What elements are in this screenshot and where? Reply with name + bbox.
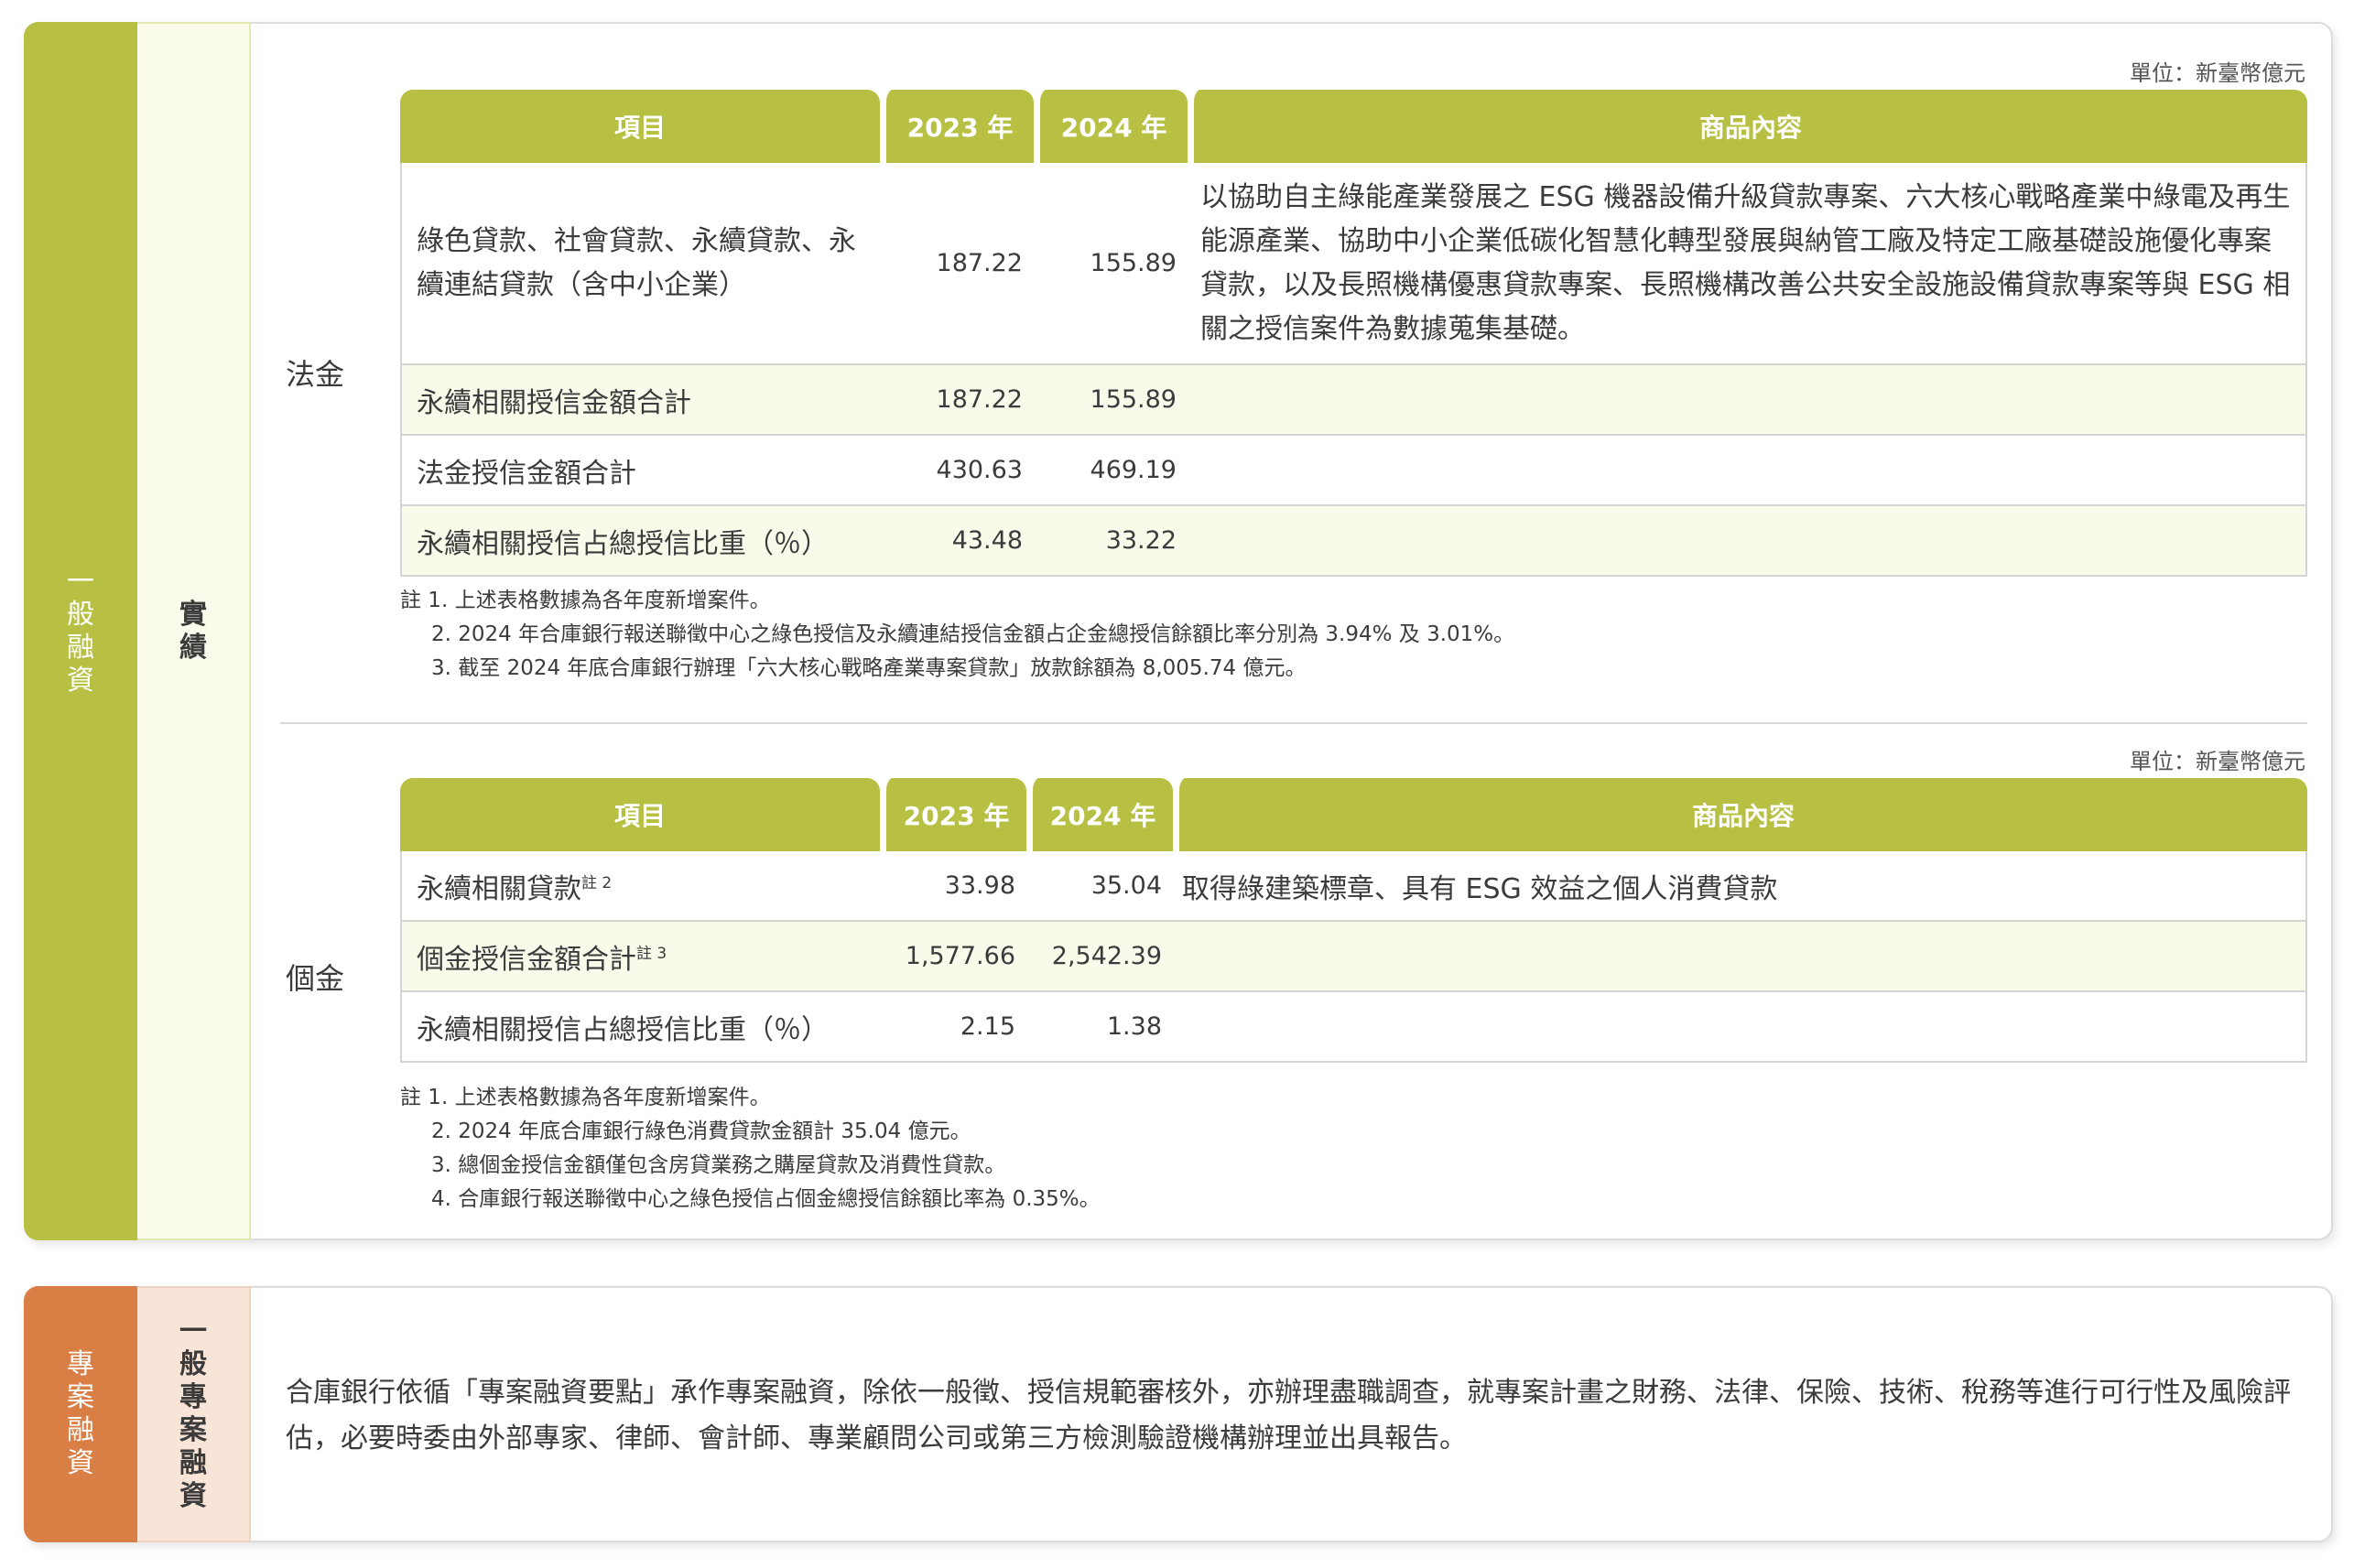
note: 註 1. 上述表格數據為各年度新增案件。 [400, 1086, 771, 1109]
row-item: 永續相關貸款 [417, 872, 581, 905]
table-row: 法金授信金額合計 430.63 469.19 [400, 436, 2307, 506]
col-header-2024: 2024 年 [1034, 90, 1188, 163]
project-financing-tab-text: 專 案 融 資 [67, 1348, 94, 1479]
row-item-note-ref: 註 3 [636, 944, 667, 963]
note: 4. 合庫銀行報送聯徵中心之綠色授信占個金總授信餘額比率為 0.35%。 [431, 1187, 1101, 1211]
personal-unit: 單位：新臺幣億元 [2130, 749, 2305, 774]
col-header-item: 項目 [400, 90, 880, 163]
row-content [1173, 992, 2307, 1063]
row-value-2023: 33.98 [880, 851, 1026, 922]
row-value-2024: 2,542.39 [1026, 922, 1173, 992]
row-item: 個金授信金額合計 [417, 943, 636, 976]
col-header-content: 商品內容 [1188, 90, 2307, 163]
col-header-item: 項目 [400, 778, 880, 851]
table-row: 永續相關授信占總授信比重（％） 43.48 33.22 [400, 506, 2307, 577]
row-content: 以協助自主綠能產業發展之 ESG 機器設備升級貸款專案、六大核心戰略產業中綠電及… [1188, 163, 2307, 365]
table-row: 永續相關授信金額合計 187.22 155.89 [400, 365, 2307, 436]
performance-tab: 實 績 [137, 22, 251, 1240]
general-project-financing-tab: 一 般 專 案 融 資 [137, 1286, 251, 1542]
personal-notes: 註 1. 上述表格數據為各年度新增案件。 2. 2024 年底合庫銀行綠色消費貸… [400, 1081, 1101, 1217]
row-content [1188, 365, 2307, 436]
row-item: 永續相關授信占總授信比重（％） [400, 506, 880, 577]
corporate-label: 法金 [286, 357, 345, 392]
row-item: 法金授信金額合計 [400, 436, 880, 506]
row-content [1188, 436, 2307, 506]
general-financing-card: 一 般 融 資 實 績 法金 單位：新臺幣億元 項目 2023 年 2024 年… [24, 22, 2333, 1240]
row-content: 取得綠建築標章、具有 ESG 效益之個人消費貸款 [1173, 851, 2307, 922]
note: 2. 2024 年合庫銀行報送聯徵中心之綠色授信及永續連結授信金額占企金總授信餘… [431, 622, 1515, 646]
row-content [1173, 922, 2307, 992]
project-financing-description: 合庫銀行依循「專案融資要點」承作專案融資，除依一般徵、授信規範審核外，亦辦理盡職… [286, 1377, 2291, 1454]
performance-tab-text: 實 績 [179, 598, 207, 664]
row-item-note-ref: 註 2 [581, 873, 613, 892]
table-row: 個金授信金額合計註 3 1,577.66 2,542.39 [400, 922, 2307, 992]
row-item: 永續相關授信金額合計 [400, 365, 880, 436]
note: 3. 截至 2024 年底合庫銀行辦理「六大核心戰略產業專案貸款」放款餘額為 8… [431, 656, 1307, 680]
corporate-table: 項目 2023 年 2024 年 商品內容 綠色貸款、社會貸款、永續貸款、永續連… [400, 90, 2307, 577]
table-row: 永續相關授信占總授信比重（％） 2.15 1.38 [400, 992, 2307, 1063]
table-row: 永續相關貸款註 2 33.98 35.04 取得綠建築標章、具有 ESG 效益之… [400, 851, 2307, 922]
corporate-unit: 單位：新臺幣億元 [2130, 60, 2305, 86]
table-row: 綠色貸款、社會貸款、永續貸款、永續連結貸款（含中小企業） 187.22 155.… [400, 163, 2307, 365]
note: 3. 總個金授信金額僅包含房貸業務之購屋貸款及消費性貸款。 [431, 1153, 1006, 1177]
row-value-2024: 155.89 [1034, 163, 1188, 365]
row-value-2024: 155.89 [1034, 365, 1188, 436]
general-financing-tab-text: 一 般 融 資 [67, 565, 94, 697]
row-value-2023: 430.63 [880, 436, 1034, 506]
row-value-2024: 35.04 [1026, 851, 1173, 922]
note: 註 1. 上述表格數據為各年度新增案件。 [400, 589, 771, 612]
row-content [1188, 506, 2307, 577]
row-value-2024: 469.19 [1034, 436, 1188, 506]
row-item-cell: 個金授信金額合計註 3 [400, 922, 880, 992]
col-header-2023: 2023 年 [880, 90, 1034, 163]
row-value-2024: 33.22 [1034, 506, 1188, 577]
project-financing-tab: 專 案 融 資 [24, 1286, 137, 1542]
col-header-2023: 2023 年 [880, 778, 1026, 851]
general-financing-tab: 一 般 融 資 [24, 22, 137, 1240]
row-value-2024: 1.38 [1026, 992, 1173, 1063]
col-header-2024: 2024 年 [1026, 778, 1173, 851]
row-item-cell: 永續相關貸款註 2 [400, 851, 880, 922]
row-value-2023: 1,577.66 [880, 922, 1026, 992]
project-financing-card: 專 案 融 資 一 般 專 案 融 資 合庫銀行依循「專案融資要點」承作專案融資… [24, 1286, 2333, 1542]
row-value-2023: 2.15 [880, 992, 1026, 1063]
general-project-financing-tab-text: 一 般 專 案 融 資 [179, 1315, 207, 1512]
personal-label: 個金 [286, 961, 345, 996]
section-divider [280, 722, 2307, 724]
note: 2. 2024 年底合庫銀行綠色消費貸款金額計 35.04 億元。 [431, 1119, 971, 1143]
personal-table: 項目 2023 年 2024 年 商品內容 永續相關貸款註 2 33.98 35… [400, 778, 2307, 1063]
row-value-2023: 187.22 [880, 365, 1034, 436]
row-item: 永續相關授信占總授信比重（％） [400, 992, 880, 1063]
row-value-2023: 187.22 [880, 163, 1034, 365]
row-value-2023: 43.48 [880, 506, 1034, 577]
col-header-content: 商品內容 [1173, 778, 2307, 851]
row-item: 綠色貸款、社會貸款、永續貸款、永續連結貸款（含中小企業） [400, 163, 880, 365]
corporate-notes: 註 1. 上述表格數據為各年度新增案件。 2. 2024 年合庫銀行報送聯徵中心… [400, 584, 1514, 686]
